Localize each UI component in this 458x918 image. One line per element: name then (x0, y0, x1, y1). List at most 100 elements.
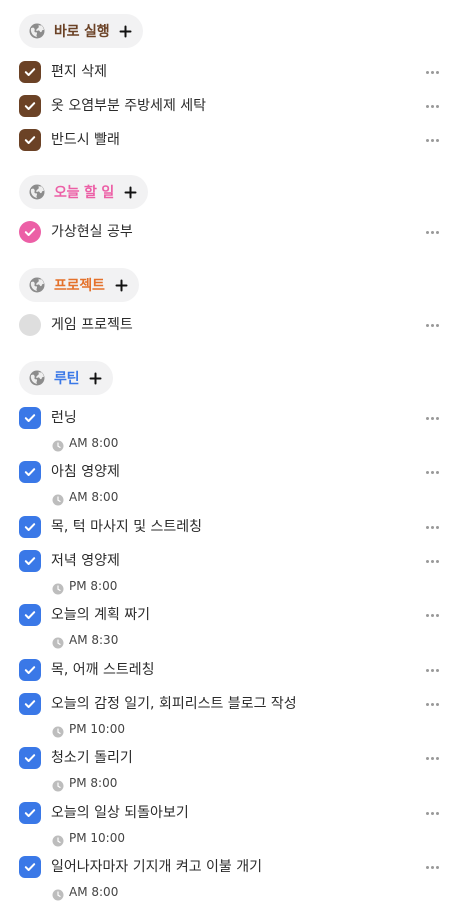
group-header-barosilhaeng[interactable]: 바로 실행 (19, 14, 144, 48)
group-title: 프로젝트 (54, 278, 105, 294)
task-label: 오늘의 감정 일기, 회피리스트 블로그 작성 (51, 696, 297, 712)
more-options-icon[interactable] (424, 218, 440, 246)
reminder-time: PM 10:00 (52, 829, 125, 847)
task-item[interactable]: 옷 오염부분 주방세제 세탁 (0, 90, 458, 124)
plus-icon[interactable] (118, 24, 133, 39)
more-options-icon[interactable] (424, 513, 440, 541)
reminder-time: AM 8:00 (52, 488, 118, 506)
task-label: 오늘의 계획 짜기 (51, 607, 151, 623)
clock-icon (52, 634, 64, 649)
clock-icon (52, 491, 64, 506)
checkbox-checked[interactable] (19, 129, 41, 151)
task-item[interactable]: 아침 영양제 (0, 456, 458, 490)
clock-icon (52, 832, 64, 847)
more-options-icon[interactable] (424, 311, 440, 339)
task-item[interactable]: 목, 어깨 스트레칭 (0, 654, 458, 688)
plus-icon[interactable] (88, 371, 103, 386)
clock-icon (52, 777, 64, 792)
task-label: 옷 오염부분 주방세제 세탁 (51, 98, 207, 114)
todo-app: 바로 실행 편지 삭제 옷 오염부분 주방세제 세탁 반드시 빨래 오늘 할 일 (0, 0, 458, 918)
checkbox-checked[interactable] (19, 802, 41, 824)
group-title: 오늘 할 일 (54, 185, 115, 201)
task-label: 런닝 (51, 410, 77, 426)
task-label: 아침 영양제 (51, 464, 120, 480)
checkbox-checked[interactable] (19, 221, 41, 243)
group-title: 바로 실행 (54, 24, 110, 40)
time-text: PM 10:00 (69, 722, 125, 736)
task-label: 편지 삭제 (51, 64, 107, 80)
more-options-icon[interactable] (424, 458, 440, 486)
clock-icon (52, 437, 64, 452)
checkbox-checked[interactable] (19, 95, 41, 117)
time-text: PM 10:00 (69, 831, 125, 845)
more-options-icon[interactable] (424, 690, 440, 718)
task-label: 오늘의 일상 되돌아보기 (51, 805, 189, 821)
globe-icon (28, 22, 46, 40)
more-options-icon[interactable] (424, 547, 440, 575)
task-label: 청소기 돌리기 (51, 750, 133, 766)
more-options-icon[interactable] (424, 853, 440, 881)
checkbox-checked[interactable] (19, 856, 41, 878)
task-label: 저녁 영양제 (51, 553, 120, 569)
checkbox-checked[interactable] (19, 516, 41, 538)
task-label: 반드시 빨래 (51, 132, 120, 148)
task-item[interactable]: 오늘의 감정 일기, 회피리스트 블로그 작성 (0, 688, 458, 722)
reminder-time: PM 8:00 (52, 774, 117, 792)
task-item[interactable]: 게임 프로젝트 (0, 309, 458, 343)
clock-icon (52, 886, 64, 901)
plus-icon[interactable] (114, 278, 129, 293)
task-label: 일어나자마자 기지개 켜고 이불 개기 (51, 859, 262, 875)
checkbox-checked[interactable] (19, 61, 41, 83)
task-item[interactable]: 일어나자마자 기지개 켜고 이불 개기 (0, 851, 458, 885)
more-options-icon[interactable] (424, 404, 440, 432)
time-text: AM 8:00 (69, 436, 119, 450)
group-header-routine[interactable]: 루틴 (19, 361, 114, 395)
task-label: 가상현실 공부 (51, 224, 133, 240)
time-text: PM 8:00 (69, 776, 118, 790)
clock-icon (52, 580, 64, 595)
time-text: AM 8:00 (69, 885, 119, 899)
time-text: PM 8:00 (69, 579, 118, 593)
group-header-project[interactable]: 프로젝트 (19, 268, 139, 302)
checkbox-checked[interactable] (19, 550, 41, 572)
task-label: 게임 프로젝트 (51, 317, 133, 333)
checkbox-checked[interactable] (19, 604, 41, 626)
checkbox-unchecked[interactable] (19, 314, 41, 336)
more-options-icon[interactable] (424, 126, 440, 154)
task-item[interactable]: 오늘의 일상 되돌아보기 (0, 797, 458, 831)
reminder-time: PM 10:00 (52, 720, 125, 738)
time-text: AM 8:30 (69, 633, 119, 647)
more-options-icon[interactable] (424, 656, 440, 684)
reminder-time: AM 8:00 (52, 883, 118, 901)
group-title: 루틴 (54, 371, 80, 387)
globe-icon (28, 276, 46, 294)
globe-icon (28, 183, 46, 201)
more-options-icon[interactable] (424, 799, 440, 827)
more-options-icon[interactable] (424, 744, 440, 772)
checkbox-checked[interactable] (19, 693, 41, 715)
clock-icon (52, 723, 64, 738)
task-item[interactable]: 목, 턱 마사지 및 스트레칭 (0, 511, 458, 545)
more-options-icon[interactable] (424, 58, 440, 86)
reminder-time: AM 8:00 (52, 434, 118, 452)
checkbox-checked[interactable] (19, 747, 41, 769)
plus-icon[interactable] (123, 185, 138, 200)
task-label: 목, 턱 마사지 및 스트레칭 (51, 519, 203, 535)
task-label: 목, 어깨 스트레칭 (51, 662, 155, 678)
reminder-time: PM 8:00 (52, 577, 117, 595)
more-options-icon[interactable] (424, 92, 440, 120)
more-options-icon[interactable] (424, 601, 440, 629)
task-item[interactable]: 오늘의 계획 짜기 (0, 599, 458, 633)
task-item[interactable]: 청소기 돌리기 (0, 742, 458, 776)
task-item[interactable]: 가상현실 공부 (0, 216, 458, 250)
group-header-oneul-hal-il[interactable]: 오늘 할 일 (19, 175, 149, 209)
checkbox-checked[interactable] (19, 407, 41, 429)
checkbox-checked[interactable] (19, 659, 41, 681)
task-item[interactable]: 반드시 빨래 (0, 124, 458, 158)
reminder-time: AM 8:30 (52, 631, 118, 649)
task-item[interactable]: 편지 삭제 (0, 56, 458, 90)
checkbox-checked[interactable] (19, 461, 41, 483)
task-item[interactable]: 저녁 영양제 (0, 545, 458, 579)
globe-icon (28, 369, 46, 387)
task-item[interactable]: 런닝 (0, 402, 458, 436)
